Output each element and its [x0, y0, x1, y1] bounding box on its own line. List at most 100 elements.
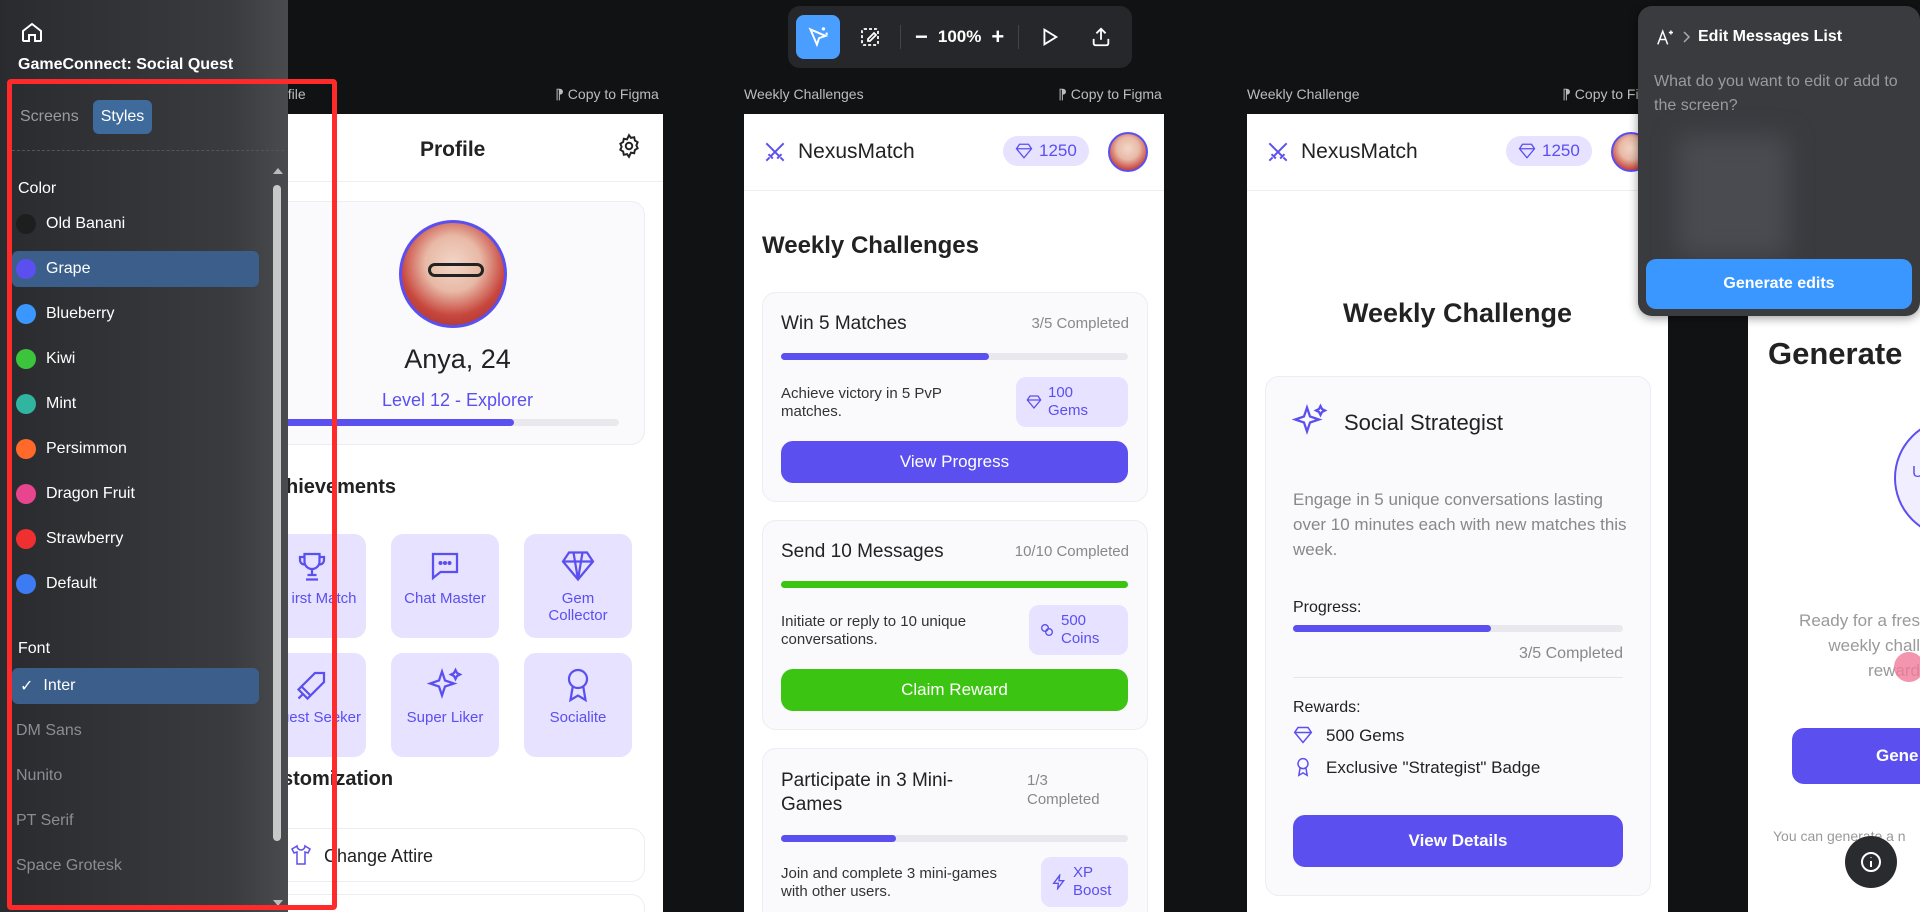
text-ai-icon [1657, 29, 1673, 45]
weekly-challenge-screen: NexusMatch 1250 Weekly Challenge Social … [1247, 114, 1668, 912]
challenge-status: 3/5 Completed [1031, 315, 1129, 332]
font-option[interactable]: ✓ Inter [12, 668, 259, 704]
progress-label: Progress: [1293, 599, 1362, 616]
zoom-out-button[interactable]: − [915, 24, 928, 50]
claim-reward-button[interactable]: Claim Reward [781, 669, 1128, 711]
color-option[interactable]: Persimmon [12, 431, 259, 467]
gem-balance[interactable]: 1250 [1003, 136, 1089, 166]
achievement-quest-seeker[interactable]: uest Seeker [288, 653, 366, 757]
zoom-level: 100% [937, 27, 982, 46]
edit-panel: Edit Messages List What do you want to e… [1638, 6, 1920, 316]
color-option[interactable]: Blueberry [12, 296, 259, 332]
coins-icon [1041, 624, 1053, 636]
home-icon[interactable] [20, 20, 44, 44]
zoom-in-button[interactable]: + [991, 24, 1004, 50]
challenge-desc: Join and complete 3 mini-games with othe… [781, 865, 997, 900]
generate-edits-button[interactable]: Generate edits [1646, 259, 1912, 309]
scroll-down-icon[interactable] [272, 898, 284, 908]
change-attire-button[interactable]: Change Attire [288, 828, 645, 882]
swords-icon [1268, 142, 1288, 162]
challenge-desc: Achieve victory in 5 PvP matches. [781, 385, 942, 420]
export-button[interactable] [1079, 15, 1123, 59]
copy-to-figma-button[interactable]: ⁋ Copy to Figma [1058, 86, 1162, 103]
play-button[interactable] [1027, 15, 1071, 59]
edit-prompt-input[interactable]: What do you want to edit or add to the s… [1654, 70, 1909, 118]
illustration-circle: U [1894, 418, 1920, 538]
challenge-card: Win 5 Matches 3/5 Completed Achieve vict… [762, 292, 1148, 502]
gem-icon [1015, 143, 1033, 159]
achievement-gem-collector[interactable]: Gem Collector [524, 534, 632, 638]
achievement-socialite[interactable]: Socialite [524, 653, 632, 757]
gear-icon[interactable] [616, 133, 642, 159]
shirt-icon [291, 844, 311, 865]
color-option-label: Mint [46, 395, 77, 412]
color-option[interactable]: Mint [12, 386, 259, 422]
font-option-label: Inter [43, 677, 76, 694]
ai-select-button[interactable] [796, 15, 840, 59]
achievement-chat-master[interactable]: Chat Master [391, 534, 499, 638]
award-icon [567, 668, 589, 703]
achievement-super-liker[interactable]: Super Liker [391, 653, 499, 757]
weekly-challenges-screen: NexusMatch 1250 Weekly Challenges Win 5 … [744, 114, 1164, 912]
scroll-up-icon[interactable] [272, 166, 284, 176]
view-details-button[interactable]: View Details [1293, 815, 1623, 867]
tab-screens[interactable]: Screens [12, 100, 87, 134]
profile-name: Anya, 24 [404, 344, 511, 374]
challenge-status: 1/3 Completed [1027, 772, 1100, 808]
avatar[interactable] [1108, 132, 1148, 172]
avatar[interactable] [399, 220, 507, 328]
tab-styles[interactable]: Styles [92, 100, 153, 134]
reward-item: Exclusive "Strategist" Badge [1326, 758, 1541, 777]
check-icon: ✓ [20, 678, 34, 695]
info-button[interactable] [1845, 836, 1897, 888]
challenge-status: 3/5 Completed [1518, 645, 1623, 662]
reward-chip: 100 Gems [1016, 377, 1128, 427]
edit-icon [861, 28, 879, 46]
font-option-label: PT Serif [16, 812, 74, 829]
challenge-progress-bar [781, 581, 1128, 588]
font-option[interactable]: Nunito [16, 758, 263, 794]
magic-cursor-icon [808, 27, 829, 48]
color-option-label: Grape [46, 260, 91, 277]
brand-name: NexusMatch [798, 140, 915, 163]
sidebar-tabs: Screens Styles [12, 100, 153, 134]
achievement-first-match[interactable]: irst Match [288, 534, 366, 638]
copy-to-figma-button[interactable]: ⁋ Copy to Figma [555, 86, 659, 103]
font-option-label: DM Sans [16, 722, 82, 739]
color-option[interactable]: Dragon Fruit [12, 476, 259, 512]
play-icon [1043, 28, 1059, 46]
challenge-progress-bar [781, 353, 1128, 360]
translate-badge-icon[interactable] [1894, 652, 1920, 682]
color-option[interactable]: Kiwi [12, 341, 259, 377]
brand-name: NexusMatch [1301, 140, 1418, 163]
font-section-title: Font [18, 640, 51, 657]
sparkles-icon [1292, 403, 1328, 436]
gem-icon [1518, 143, 1536, 159]
award-icon [1297, 757, 1309, 777]
color-option[interactable]: Default [12, 566, 259, 602]
color-option-label: Strawberry [46, 530, 124, 547]
page-title: Weekly Challenge [1342, 298, 1573, 328]
font-option[interactable]: DM Sans [16, 713, 263, 749]
copy-to-figma-button[interactable]: ⁋ Copy to Fig [1562, 86, 1646, 103]
divider [12, 150, 284, 151]
font-option-label: Space Grotesk [16, 857, 122, 874]
color-option[interactable]: Grape [12, 251, 259, 287]
frame-label-weekly-challenges: Weekly Challenges [744, 86, 864, 102]
font-option[interactable]: Space Grotesk [16, 848, 263, 884]
reward-chip: 500 Coins [1029, 605, 1128, 655]
gem-balance[interactable]: 1250 [1506, 136, 1592, 166]
challenge-card: Send 10 Messages 10/10 Completed Initiat… [762, 520, 1148, 730]
color-option[interactable]: Old Banani [12, 206, 259, 242]
challenge-status: 10/10 Completed [1014, 543, 1129, 560]
scrollbar-thumb[interactable] [273, 185, 281, 841]
challenge-card: Participate in 3 Mini-Games 1/3 Completed… [762, 748, 1148, 912]
reward-item: 500 Gems [1326, 726, 1405, 745]
color-option[interactable]: Strawberry [12, 521, 259, 557]
color-option-label: Kiwi [46, 350, 76, 367]
view-progress-button[interactable]: View Progress [781, 441, 1128, 483]
generate-button[interactable]: Gene [1792, 728, 1920, 784]
customization-item[interactable] [288, 894, 645, 912]
font-option[interactable]: PT Serif [16, 803, 263, 839]
edit-button[interactable] [848, 15, 892, 59]
